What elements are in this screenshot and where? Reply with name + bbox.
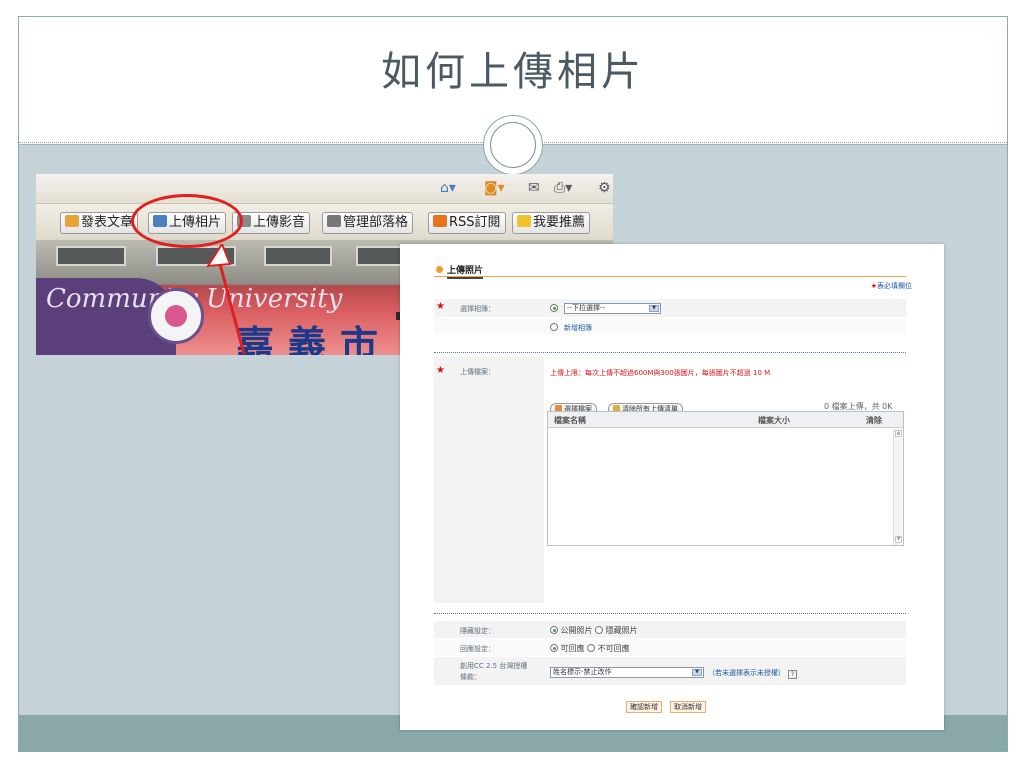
privacy-row [434,621,906,638]
license-label-line2: 條款： [460,673,481,681]
banner-sign-text: 嘉義市 [236,322,393,355]
reply-deny-label: 不可回應 [597,644,630,653]
album-select[interactable]: --下拉選擇-- ▼ [564,303,661,314]
window [264,246,332,266]
upload-video-label: 上傳影音 [253,215,306,230]
reply-options: 可回應 不可回應 [550,643,630,654]
album-row-2 [434,318,906,334]
privacy-label: 隱藏設定： [460,627,495,635]
chevron-down-icon: ▼ [649,305,659,312]
reply-allow-radio[interactable] [550,644,558,652]
reply-deny-radio[interactable] [587,644,596,652]
browser-command-bar: ⌂▾ ◙▾ ✉ ⎙▾ ⚙ [36,174,613,204]
required-star-icon: ★ [436,365,445,376]
required-note: ★表必填欄位 [871,281,912,291]
upload-limit-text: 上傳上限：每次上傳不超過600M與300張圖片，每張圖片不超過 10 M [550,369,771,377]
cancel-button[interactable]: 取消新增 [670,701,706,713]
compose-button[interactable]: 發表文章 [60,212,139,234]
album-select-radio[interactable] [550,304,558,312]
manage-icon [327,215,341,227]
highlight-circle [131,194,243,248]
form-heading: 上傳照片 [447,263,484,279]
form-header: 上傳照片 [434,263,906,279]
compose-label: 發表文章 [81,215,134,230]
file-list-header: 檔案名稱 檔案大小 清除 [548,412,903,428]
hidden-label: 隱藏照片 [605,626,638,635]
reply-label: 回應設定： [460,645,495,653]
rss-button[interactable]: RSS訂閱 [428,212,506,234]
tools-icon[interactable]: ⚙ [598,180,611,196]
license-note-text: （若未選擇表示未授權） [708,669,785,677]
col-filename: 檔案名稱 [554,416,586,425]
rss-icon [433,215,447,227]
file-list-scrollbar[interactable]: ▲ ▼ [893,429,902,545]
recommend-button[interactable]: 我要推薦 [512,212,591,234]
recommend-label: 我要推薦 [533,215,586,230]
album-select-value: --下拉選擇-- [567,304,606,312]
blog-toolbar: 發表文章 上傳相片 上傳影音 管理部落格 RSS訂閱 我要推薦 [36,204,613,240]
manage-blog-label: 管理部落格 [343,215,409,230]
license-select[interactable]: 姓名標示-禁止改作 ▼ [550,667,704,678]
mail-icon[interactable]: ✉ [528,180,540,196]
rss-label: RSS訂閱 [449,215,501,230]
manage-blog-button[interactable]: 管理部落格 [322,212,414,234]
highlight-arrow [206,244,246,355]
required-note-text: 表必填欄位 [877,282,912,290]
slide-title: 如何上傳相片 [381,49,645,95]
hidden-radio[interactable] [595,626,604,634]
scroll-down-icon[interactable]: ▼ [895,536,902,543]
scroll-up-icon[interactable]: ▲ [895,430,902,437]
upload-video-button[interactable]: 上傳影音 [232,212,311,234]
privacy-options: 公開照片 隱藏照片 [550,625,638,636]
new-album-label[interactable]: 新增相簿 [564,323,592,333]
reply-allow-label: 可回應 [560,644,585,653]
help-icon[interactable]: ? [788,670,797,679]
album-label: 選擇相簿： [460,305,495,313]
file-list-grid[interactable]: 檔案名稱 檔案大小 清除 ▲ ▼ [547,411,904,546]
star-icon [517,215,531,227]
print-icon[interactable]: ⎙▾ [554,180,572,196]
public-radio[interactable] [550,626,558,634]
feed-icon[interactable]: ◙▾ [484,180,505,196]
section-divider [434,613,906,614]
section-divider [434,352,906,353]
chevron-down-icon: ▼ [692,669,702,676]
upload-form-screenshot: 上傳照片 ★表必填欄位 ★ 選擇相簿： --下拉選擇-- ▼ 新增相簿 ★ 上傳檔… [400,244,944,730]
upload-label-cell [434,357,544,603]
upload-label: 上傳檔案： [460,368,495,376]
new-album-radio[interactable] [550,323,558,331]
license-note: （若未選擇表示未授權）? [708,668,797,679]
col-clear: 清除 [866,416,882,425]
window [56,246,126,266]
submit-button[interactable]: 確認新增 [626,701,662,713]
required-star-icon: ★ [436,301,445,312]
license-select-value: 姓名標示-禁止改作 [553,668,612,676]
home-icon[interactable]: ⌂▾ [440,180,456,196]
bullet-icon [436,266,443,273]
compose-icon [65,215,79,227]
reply-row [434,639,906,656]
public-label: 公開照片 [560,626,593,635]
license-label-line1: 創用CC 2.5 台灣授權 [460,662,528,670]
ring-ornament-inner [490,122,536,168]
col-filesize: 檔案大小 [758,416,790,425]
album-row [434,299,906,317]
